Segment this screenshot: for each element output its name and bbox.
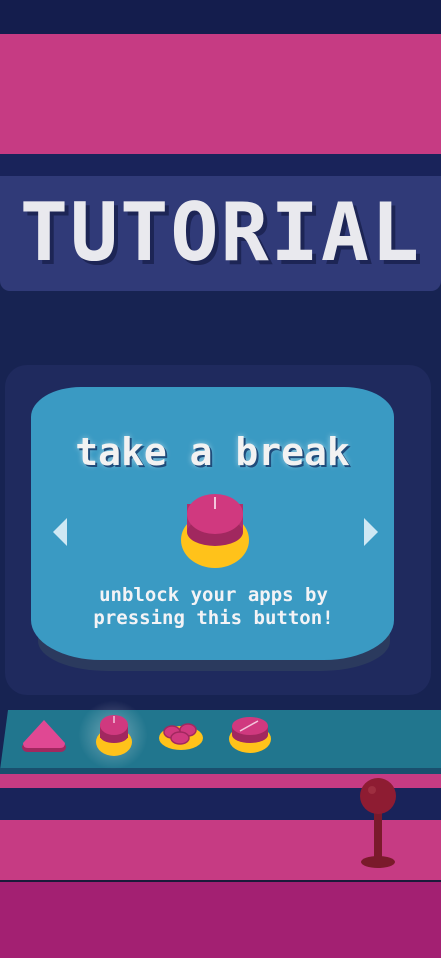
screen-description: unblock your apps by pressing this butto… — [60, 584, 367, 630]
chevron-right-icon[interactable] — [364, 518, 378, 546]
description-line-1: unblock your apps by — [99, 584, 328, 606]
pink-banner — [0, 34, 441, 154]
page-title: TUTORIAL — [19, 186, 422, 279]
triangle-button-icon[interactable] — [20, 718, 68, 756]
screen-title: take a break — [75, 430, 350, 474]
multi-button-icon[interactable] — [158, 718, 204, 752]
break-button-icon[interactable] — [94, 714, 134, 758]
description-line-2: pressing this button! — [93, 607, 334, 629]
joystick-icon[interactable] — [358, 776, 398, 870]
chevron-left-icon[interactable] — [53, 518, 67, 546]
cabinet-base — [0, 880, 441, 958]
top-band — [0, 0, 441, 34]
dark-band — [0, 154, 441, 176]
slash-button-icon[interactable] — [228, 715, 272, 755]
break-button-icon — [178, 492, 252, 572]
